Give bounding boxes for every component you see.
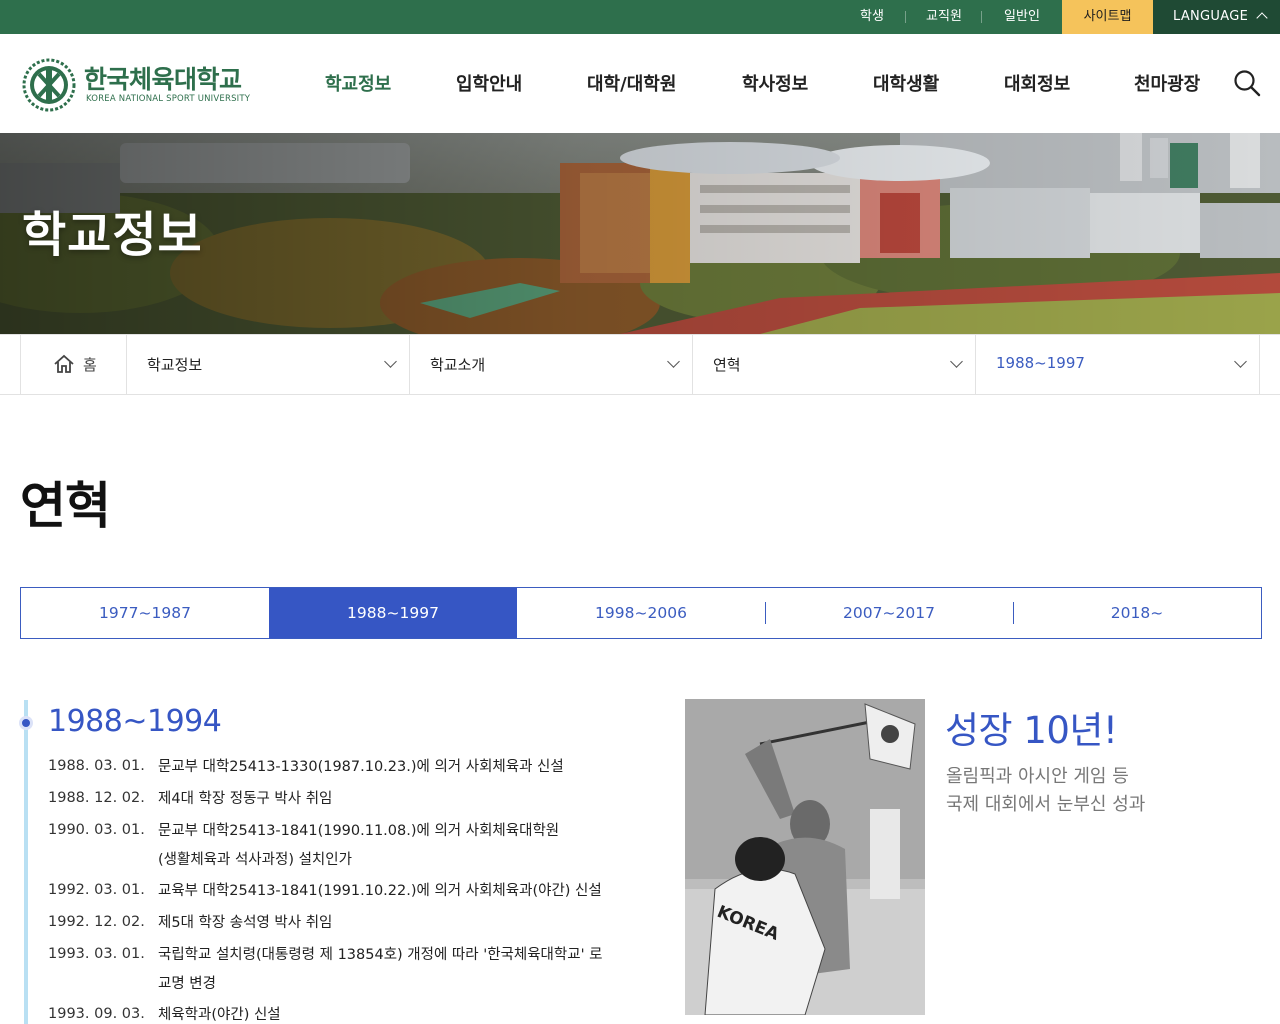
tab-1988-1997[interactable]: 1988~1997 (269, 588, 517, 638)
event-date: 1992. 03. 01. (48, 882, 145, 898)
event-date: 1988. 12. 02. (48, 790, 145, 806)
highlight-description: 국제 대회에서 눈부신 성과 (946, 794, 1146, 815)
sitemap-button[interactable]: 사이트맵 (1062, 0, 1153, 34)
event-description: 문교부 대학25413-1841(1990.11.08.)에 의거 사회체육대학… (158, 823, 560, 839)
breadcrumb-select-level2[interactable]: 학교소개 (410, 335, 693, 395)
nav-item-community[interactable]: 천마광장 (1134, 70, 1200, 96)
util-link-staff[interactable]: 교직원 (910, 0, 978, 34)
breadcrumb-level1-label: 학교정보 (147, 356, 203, 374)
language-label: LANGUAGE (1173, 9, 1249, 24)
tab-1998-2006[interactable]: 1998~2006 (517, 588, 765, 638)
historic-photo: KOREA (685, 699, 925, 1015)
breadcrumb-level2-label: 학교소개 (430, 356, 486, 374)
nav-item-competitions[interactable]: 대회정보 (1004, 70, 1070, 96)
chevron-down-icon (950, 355, 963, 368)
search-icon[interactable] (1232, 68, 1262, 98)
timeline-line (24, 700, 28, 1024)
util-link-student[interactable]: 학생 (842, 0, 902, 34)
util-divider (981, 11, 982, 23)
language-button[interactable]: LANGUAGE (1153, 0, 1280, 34)
chevron-down-icon (384, 355, 397, 368)
breadcrumb-home-label: 홈 (83, 356, 97, 374)
emblem-icon (22, 58, 76, 112)
event-date: 1988. 03. 01. (48, 758, 145, 774)
event-date: 1993. 03. 01. (48, 946, 145, 962)
breadcrumb-select-level3[interactable]: 연혁 (693, 335, 976, 395)
page-title: 연혁 (20, 477, 111, 535)
event-description: 제4대 학장 정동구 박사 취임 (158, 791, 333, 807)
period-heading: 1988~1994 (48, 704, 222, 739)
tab-2018[interactable]: 2018~ (1013, 588, 1261, 638)
nav-item-school-info[interactable]: 학교정보 (325, 70, 391, 96)
breadcrumb-level3-label: 연혁 (713, 356, 741, 374)
logo-name-korean: 한국체육대학교 (84, 65, 242, 94)
chevron-down-icon (667, 355, 680, 368)
breadcrumb-home[interactable]: 홈 (20, 335, 127, 395)
chevron-down-icon (1234, 355, 1247, 368)
hero-title: 학교정보 (22, 207, 203, 263)
event-description: 체육학과(야간) 신설 (158, 1007, 281, 1023)
event-date: 1992. 12. 02. (48, 914, 145, 930)
tab-2007-2017[interactable]: 2007~2017 (765, 588, 1013, 638)
event-description: 국립학교 설치령(대통령령 제 13854호) 개정에 따라 '한국체육대학교'… (158, 947, 603, 963)
nav-item-campus-life[interactable]: 대학생활 (873, 70, 939, 96)
event-date: 1993. 09. 03. (48, 1006, 145, 1022)
site-header: 한국체육대학교 KOREA NATIONAL SPORT UNIVERSITY … (0, 34, 1280, 133)
highlight-description: 올림픽과 아시안 게임 등 (946, 766, 1129, 787)
era-tabs: 1977~1987 1988~1997 1998~2006 2007~2017 … (20, 587, 1262, 639)
util-link-public[interactable]: 일반인 (986, 0, 1058, 34)
breadcrumb-level4-label: 1988~1997 (996, 354, 1085, 372)
hero-banner: 학교정보 (0, 133, 1280, 334)
event-description-continued: 교명 변경 (158, 976, 216, 992)
location-bar: 홈 학교정보 학교소개 연혁 1988~1997 (0, 334, 1280, 395)
university-logo[interactable]: 한국체육대학교 KOREA NATIONAL SPORT UNIVERSITY (22, 58, 262, 114)
util-divider (905, 11, 906, 23)
breadcrumb-select-level1[interactable]: 학교정보 (127, 335, 410, 395)
event-description-continued: (생활체육과 석사과정) 설치인가 (158, 852, 352, 868)
event-date: 1990. 03. 01. (48, 822, 145, 838)
nav-item-admission[interactable]: 입학안내 (456, 70, 522, 96)
breadcrumb-select-level4[interactable]: 1988~1997 (976, 335, 1260, 395)
chevron-up-icon (1256, 12, 1268, 24)
nav-item-colleges[interactable]: 대학/대학원 (587, 70, 676, 96)
logo-name-english: KOREA NATIONAL SPORT UNIVERSITY (86, 94, 251, 104)
event-description: 제5대 학장 송석영 박사 취임 (158, 915, 333, 931)
nav-item-academics[interactable]: 학사정보 (742, 70, 808, 96)
tab-1977-1987[interactable]: 1977~1987 (21, 588, 269, 638)
athlete-celebration-image: KOREA (685, 699, 925, 1015)
event-description: 문교부 대학25413-1330(1987.10.23.)에 의거 사회체육과 … (158, 759, 564, 775)
event-description: 교육부 대학25413-1841(1991.10.22.)에 의거 사회체육과(… (158, 883, 602, 899)
timeline-marker (19, 716, 33, 730)
utility-bar: 학생 교직원 일반인 사이트맵 LANGUAGE (0, 0, 1280, 34)
home-icon (54, 354, 74, 373)
highlight-title: 성장 10년! (945, 709, 1118, 752)
